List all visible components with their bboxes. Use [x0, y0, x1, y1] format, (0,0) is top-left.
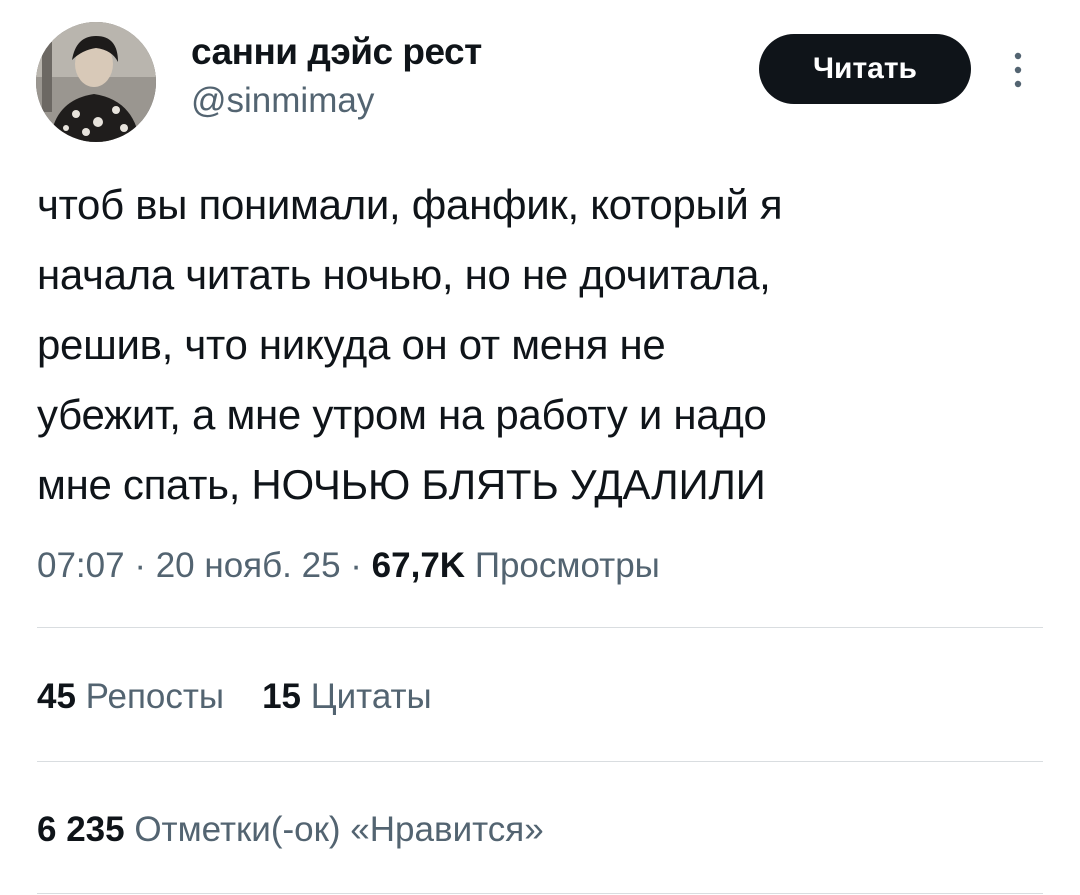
likes-count: 6 235: [37, 810, 125, 849]
stats-row-likes: 6 235 Отметки(-ок) «Нравится»: [37, 805, 544, 855]
divider: [37, 627, 1043, 628]
meta-separator: ·: [134, 546, 146, 585]
tweet-date[interactable]: 20 нояб. 25: [156, 546, 341, 585]
tweet-time[interactable]: 07:07: [37, 546, 125, 585]
follow-button[interactable]: Читать: [759, 34, 971, 104]
divider: [37, 761, 1043, 762]
reposts-label: Репосты: [85, 677, 225, 716]
tweet-text: чтоб вы понимали, фанфик, который я нача…: [37, 181, 783, 508]
quotes-label: Цитаты: [310, 677, 432, 716]
more-vertical-icon[interactable]: [1006, 48, 1030, 92]
divider: [37, 893, 1043, 894]
reposts-count: 45: [37, 677, 76, 716]
stats-row-shares: 45 Репосты 15 Цитаты: [37, 672, 432, 722]
avatar[interactable]: [36, 22, 156, 142]
likes-stat[interactable]: 6 235 Отметки(-ок) «Нравится»: [37, 805, 544, 855]
avatar-image: [36, 22, 156, 142]
meta-separator: ·: [350, 546, 362, 585]
reposts-stat[interactable]: 45 Репосты: [37, 672, 224, 722]
author-handle[interactable]: @sinmimay: [191, 80, 374, 122]
quotes-stat[interactable]: 15 Цитаты: [262, 672, 432, 722]
views-count: 67,7K: [371, 546, 466, 585]
quotes-count: 15: [262, 677, 301, 716]
likes-label: Отметки(-ок) «Нравится»: [134, 810, 544, 849]
tweet-meta: 07:07 · 20 нояб. 25 · 67,7K Просмотры: [37, 540, 660, 592]
views-label: Просмотры: [474, 546, 660, 585]
author-display-name[interactable]: санни дэйс рест: [191, 30, 482, 74]
